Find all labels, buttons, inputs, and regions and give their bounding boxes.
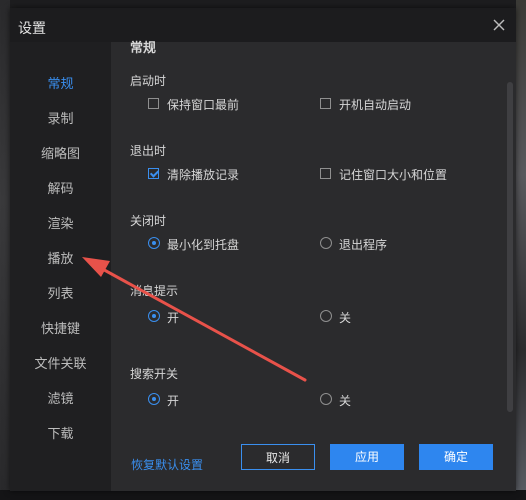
apply-button[interactable]: 应用 (330, 444, 404, 470)
startup-section-label: 启动时 (130, 74, 167, 88)
radio-selected-icon (148, 310, 160, 322)
radio-icon (320, 310, 332, 322)
sidebar-item-list[interactable]: 列表 (10, 277, 111, 312)
sidebar-item-record[interactable]: 录制 (10, 102, 111, 137)
exit-section-label: 退出时 (130, 144, 167, 158)
scrollbar-thumb[interactable] (507, 82, 513, 412)
cancel-button[interactable]: 取消 (241, 444, 315, 470)
checkbox-checked-icon (148, 168, 159, 179)
settings-content: 常规 启动时 保持窗口最前 开机自动启动 退出时 清除播放记录 记住窗口大小和位… (111, 41, 516, 491)
close-button[interactable] (488, 14, 510, 36)
title-bar: 设置 (10, 8, 516, 42)
sidebar-item-download[interactable]: 下载 (10, 417, 111, 452)
radio-selected-icon (148, 393, 160, 405)
sidebar-item-filters[interactable]: 滤镜 (10, 382, 111, 417)
search-switch-section-label: 搜索开关 (130, 367, 179, 381)
sidebar-item-file-association[interactable]: 文件关联 (10, 347, 111, 382)
settings-dialog: 设置 常规 录制 缩略图 解码 渲染 播放 列表 快捷键 文件关联 滤镜 下载 … (10, 8, 516, 491)
sidebar-item-decode[interactable]: 解码 (10, 172, 111, 207)
message-tip-section-label: 消息提示 (130, 284, 179, 298)
background-bottom (0, 490, 526, 500)
radio-icon (320, 393, 332, 405)
content-scrollbar[interactable] (506, 82, 514, 412)
section-header-general: 常规 (130, 41, 157, 56)
checkbox-icon (320, 168, 331, 179)
radio-icon (320, 237, 332, 249)
sidebar-item-general[interactable]: 常规 (10, 67, 111, 102)
radio-selected-icon (148, 237, 160, 249)
close-section-label: 关闭时 (130, 214, 167, 228)
dialog-footer: 恢复默认设置 取消 应用 确定 (111, 436, 516, 491)
checkbox-icon (320, 98, 331, 109)
dialog-title: 设置 (18, 21, 46, 37)
ok-button[interactable]: 确定 (419, 444, 493, 470)
sidebar-item-shortcuts[interactable]: 快捷键 (10, 312, 111, 347)
settings-sidebar: 常规 录制 缩略图 解码 渲染 播放 列表 快捷键 文件关联 滤镜 下载 (10, 42, 111, 491)
sidebar-item-playback[interactable]: 播放 (10, 242, 111, 277)
restore-defaults-link[interactable]: 恢复默认设置 (131, 456, 203, 473)
sidebar-item-thumbnail[interactable]: 缩略图 (10, 137, 111, 172)
background-right (516, 0, 526, 500)
sidebar-item-render[interactable]: 渲染 (10, 207, 111, 242)
close-icon (493, 19, 505, 31)
background-left (0, 0, 10, 500)
checkbox-icon (148, 98, 159, 109)
